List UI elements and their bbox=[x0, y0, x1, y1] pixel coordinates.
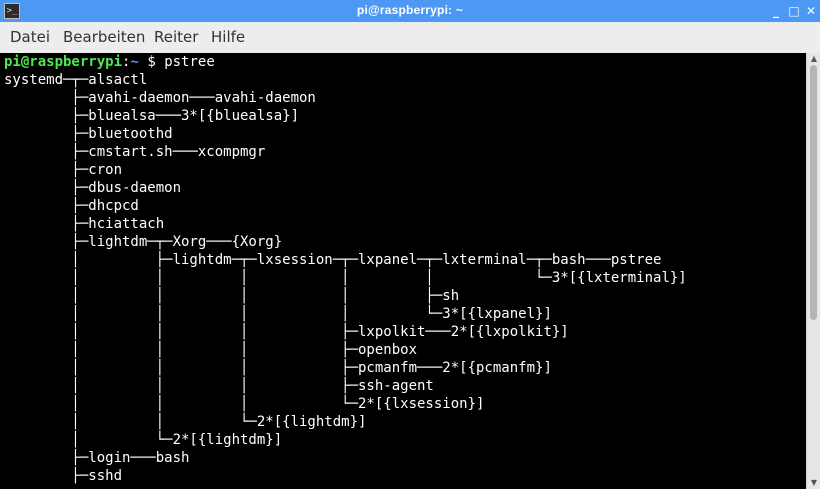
scroll-up-icon[interactable]: ▲ bbox=[809, 54, 819, 64]
prompt-path: ~ bbox=[130, 54, 139, 70]
output-line: │ │ │ │ └─3*[{lxpanel}] bbox=[4, 306, 552, 322]
output-line: ├─bluealsa───3*[{bluealsa}] bbox=[4, 108, 300, 124]
menu-bearbeiten[interactable]: Bearbeiten bbox=[63, 28, 145, 46]
output-line: systemd─┬─alsactl bbox=[4, 72, 148, 88]
output-line: ├─cron bbox=[4, 162, 123, 178]
minimize-icon[interactable]: _ bbox=[768, 3, 784, 19]
output-line: ├─avahi-daemon───avahi-daemon bbox=[4, 90, 316, 106]
output-line: │ │ │ ├─openbox bbox=[4, 342, 418, 358]
scrollbar-thumb[interactable] bbox=[810, 65, 817, 320]
window-title: pi@raspberrypi: ~ bbox=[356, 3, 464, 17]
terminal-output[interactable]: pi@raspberrypi:~ $ pstree systemd─┬─alsa… bbox=[0, 53, 806, 489]
maximize-icon[interactable]: □ bbox=[786, 3, 802, 19]
output-line: ├─dbus-daemon bbox=[4, 180, 182, 196]
menu-bar: Datei Bearbeiten Reiter Hilfe bbox=[0, 22, 820, 54]
prompt-line: pi@raspberrypi:~ $ pstree bbox=[4, 53, 215, 71]
output-line: │ │ │ └─2*[{lxsession}] bbox=[4, 396, 485, 412]
scrollbar[interactable]: ▲ ▼ bbox=[806, 53, 820, 489]
close-icon[interactable]: ✕ bbox=[803, 3, 819, 19]
scroll-down-icon[interactable]: ▼ bbox=[809, 478, 819, 488]
menu-hilfe[interactable]: Hilfe bbox=[211, 28, 245, 46]
terminal-window: >_ pi@raspberrypi: ~ _ □ ✕ Datei Bearbei… bbox=[0, 0, 820, 489]
menu-datei[interactable]: Datei bbox=[10, 28, 50, 46]
output-line: ├─lightdm─┬─Xorg───{Xorg} bbox=[4, 234, 283, 250]
output-line: ├─cmstart.sh───xcompmgr bbox=[4, 144, 266, 160]
output-line: │ │ │ │ │ └─3*[{lxterminal}] bbox=[4, 270, 687, 286]
output-line: │ └─2*[{lightdm}] bbox=[4, 432, 283, 448]
menu-reiter[interactable]: Reiter bbox=[154, 28, 198, 46]
output-line: │ │ │ ├─lxpolkit───2*[{lxpolkit}] bbox=[4, 324, 569, 340]
prompt-user: pi@raspberrypi bbox=[4, 54, 123, 70]
prompt-symbol: $ bbox=[147, 54, 156, 70]
output-line: │ │ └─2*[{lightdm}] bbox=[4, 414, 367, 430]
output-line: ├─login───bash bbox=[4, 450, 190, 466]
prompt-command: pstree bbox=[164, 54, 215, 70]
output-line: ├─bluetoothd bbox=[4, 126, 173, 142]
output-line: │ ├─lightdm─┬─lxsession─┬─lxpanel─┬─lxte… bbox=[4, 252, 662, 268]
output-line: │ │ │ ├─pcmanfm───2*[{pcmanfm}] bbox=[4, 360, 552, 376]
output-line: │ │ │ ├─ssh-agent bbox=[4, 378, 434, 394]
output-line: │ │ │ │ ├─sh bbox=[4, 288, 460, 304]
output-line: ├─sshd bbox=[4, 468, 123, 484]
output-line: ├─dhcpcd bbox=[4, 198, 139, 214]
title-bar[interactable]: >_ pi@raspberrypi: ~ _ □ ✕ bbox=[0, 0, 820, 22]
output-line: ├─hciattach bbox=[4, 216, 165, 232]
